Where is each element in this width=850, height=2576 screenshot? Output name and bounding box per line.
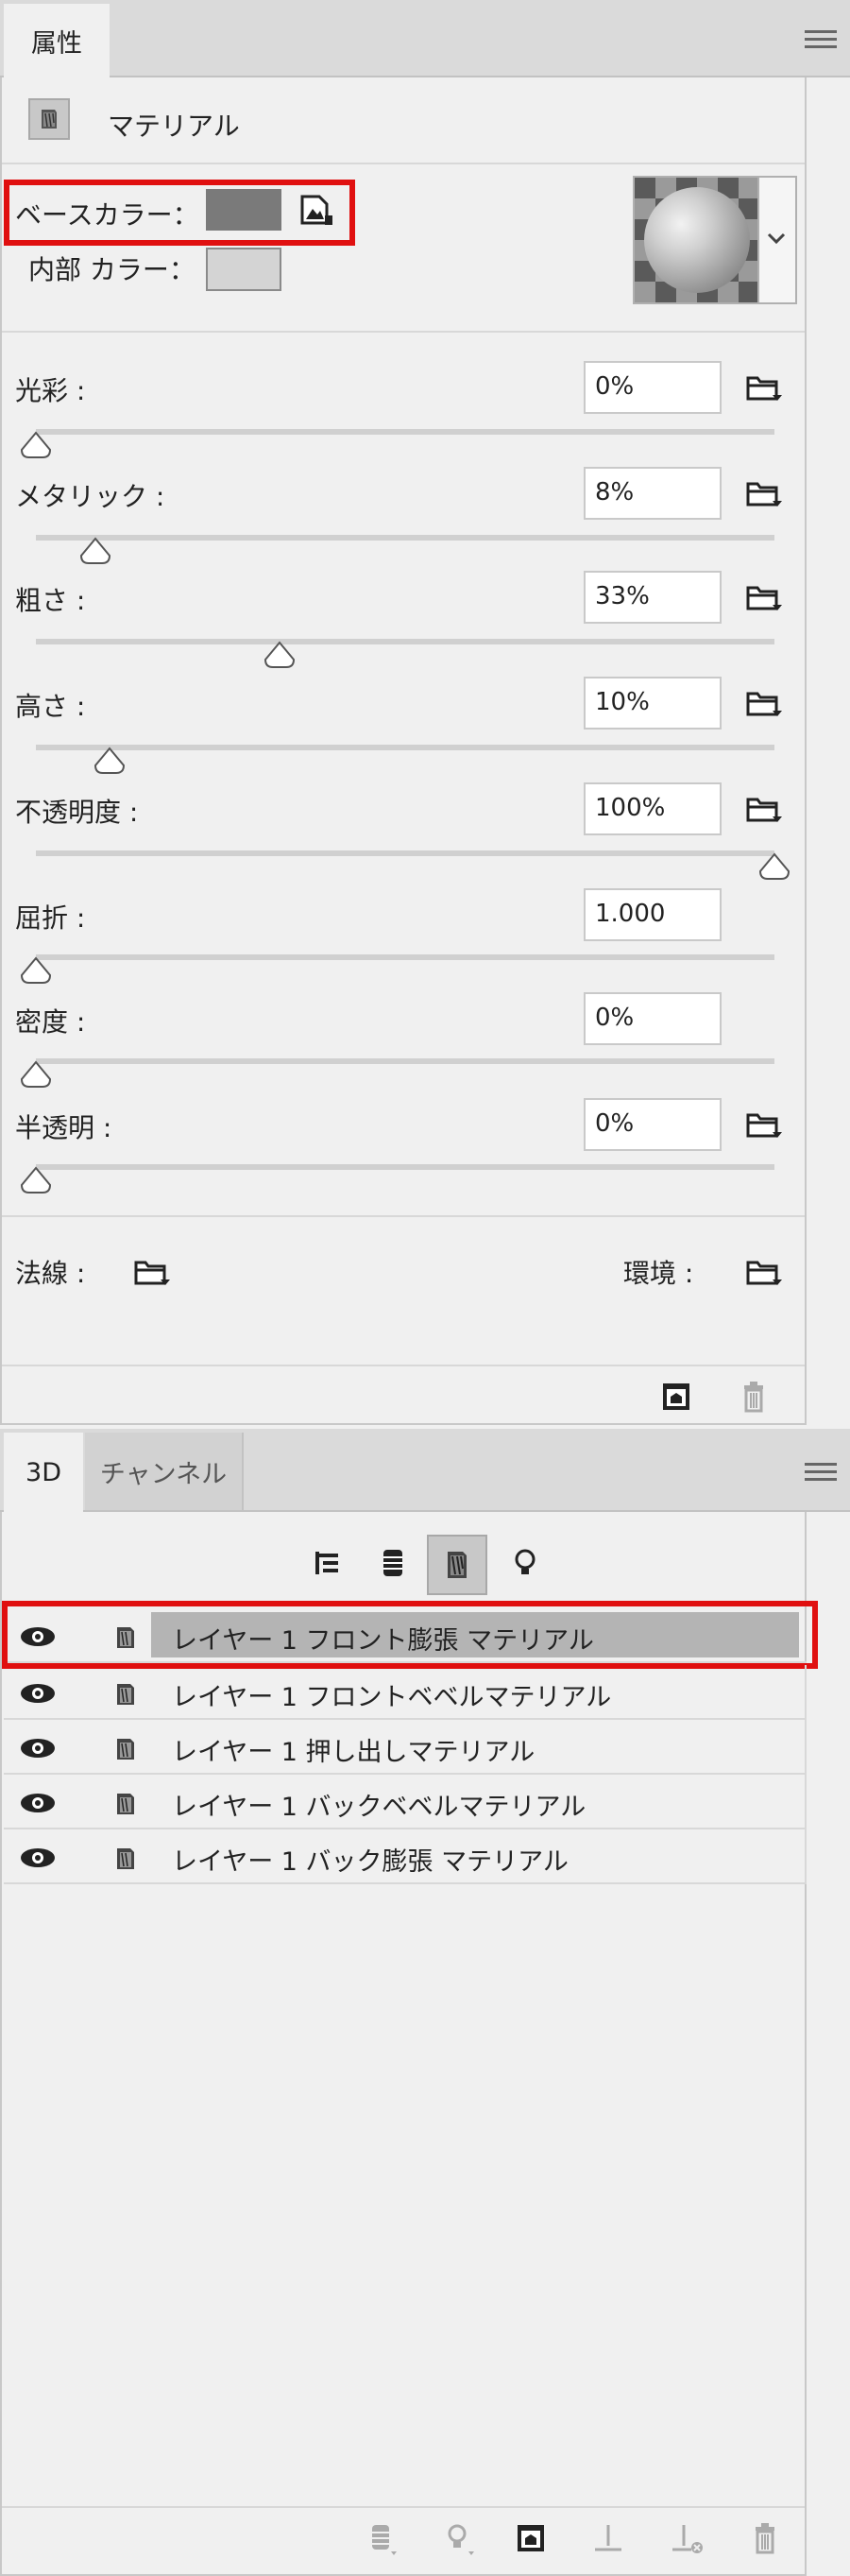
selected-layer-highlight bbox=[2, 1601, 818, 1669]
metallic-slider-thumb[interactable] bbox=[79, 537, 111, 565]
layer-name: レイヤー 1 バックベベルマテリアル bbox=[172, 1793, 586, 1822]
panel-header-title: マテリアル bbox=[108, 111, 240, 142]
glow-value-field[interactable]: 0% bbox=[584, 361, 722, 414]
base-color-highlight bbox=[4, 180, 355, 246]
material-picker-dropdown[interactable] bbox=[759, 176, 797, 304]
material-icon bbox=[117, 1739, 134, 1760]
layer-row[interactable]: レイヤー 1 バック膨張 マテリアル bbox=[4, 1829, 807, 1884]
inner-color-swatch[interactable] bbox=[206, 248, 281, 291]
slider-label-translucency: 半透明 : bbox=[15, 1112, 112, 1143]
material-icon bbox=[117, 1848, 134, 1869]
translucency-slider-track[interactable] bbox=[36, 1164, 774, 1170]
refraction-slider-track[interactable] bbox=[36, 954, 774, 960]
trash-icon[interactable] bbox=[735, 1378, 773, 1416]
tab-3d[interactable]: 3D bbox=[4, 1433, 83, 1512]
render-icon[interactable] bbox=[512, 2519, 550, 2557]
visibility-eye-icon[interactable] bbox=[19, 1792, 57, 1814]
material-filter-button[interactable] bbox=[427, 1535, 487, 1595]
height-slider-thumb[interactable] bbox=[94, 747, 126, 775]
glow-slider-thumb[interactable] bbox=[20, 431, 52, 459]
header-divider bbox=[2, 163, 805, 164]
material-preview[interactable] bbox=[633, 176, 759, 304]
metallic-value-field[interactable]: 8% bbox=[584, 467, 722, 520]
opacity-slider-thumb[interactable] bbox=[758, 852, 790, 881]
tab-channels[interactable]: チャンネル bbox=[85, 1433, 244, 1510]
slider-label-height: 高さ : bbox=[15, 691, 86, 722]
panel-menu-icon[interactable] bbox=[805, 30, 837, 49]
refraction-value-field[interactable]: 1.000 bbox=[584, 888, 722, 941]
material-icon bbox=[117, 1684, 134, 1705]
glow-slider-track[interactable] bbox=[36, 429, 774, 435]
slider-label-density: 密度 : bbox=[15, 1006, 86, 1038]
height-value-field[interactable]: 10% bbox=[584, 677, 722, 730]
translucency-value-field[interactable]: 0% bbox=[584, 1098, 722, 1151]
opacity-slider-track[interactable] bbox=[36, 850, 774, 856]
visibility-eye-icon[interactable] bbox=[19, 1737, 57, 1760]
add-light-icon[interactable] bbox=[440, 2519, 478, 2557]
scene-filter-icon[interactable] bbox=[308, 1544, 346, 1582]
visibility-eye-icon[interactable] bbox=[19, 1682, 57, 1705]
inner-color-label: 内部 カラー： bbox=[28, 254, 196, 285]
visibility-eye-icon[interactable] bbox=[19, 1846, 57, 1869]
refraction-slider-thumb[interactable] bbox=[20, 956, 52, 985]
density-value-field[interactable]: 0% bbox=[584, 992, 722, 1045]
material-sphere bbox=[644, 187, 750, 293]
layer-name: レイヤー 1 バック膨張 マテリアル bbox=[172, 1847, 569, 1877]
density-slider-thumb[interactable] bbox=[20, 1060, 52, 1089]
properties-tabbar bbox=[0, 0, 850, 77]
light-filter-icon[interactable] bbox=[506, 1544, 544, 1582]
translucency-folder-icon[interactable] bbox=[744, 1109, 784, 1140]
layer-list-right-edge bbox=[805, 1665, 807, 1884]
mesh-filter-icon[interactable] bbox=[374, 1544, 412, 1582]
slider-label-glow: 光彩 : bbox=[15, 375, 86, 406]
layer-row[interactable]: レイヤー 1 押し出しマテリアル bbox=[4, 1720, 807, 1775]
roughness-folder-icon[interactable] bbox=[744, 582, 784, 612]
layer-row[interactable]: レイヤー 1 バックベベルマテリアル bbox=[4, 1775, 807, 1829]
3d-footer-divider bbox=[2, 2506, 805, 2508]
layer-name: レイヤー 1 押し出しマテリアル bbox=[172, 1738, 536, 1767]
metallic-folder-icon[interactable] bbox=[744, 478, 784, 508]
apply-material-icon[interactable] bbox=[657, 1378, 695, 1416]
environment-label: 環境 : bbox=[623, 1258, 694, 1289]
color-divider bbox=[2, 331, 805, 333]
roughness-value-field[interactable]: 33% bbox=[584, 571, 722, 624]
properties-footer-divider bbox=[2, 1365, 805, 1366]
3d-panel-menu-icon[interactable] bbox=[805, 1463, 837, 1482]
ground-plane-icon[interactable] bbox=[589, 2519, 627, 2557]
density-slider-track[interactable] bbox=[36, 1058, 774, 1064]
slider-label-refraction: 屈折 : bbox=[15, 902, 86, 934]
roughness-slider-thumb[interactable] bbox=[264, 641, 296, 669]
material-type-icon bbox=[28, 98, 70, 140]
layer-row[interactable]: レイヤー 1 フロントベベルマテリアル bbox=[4, 1665, 807, 1720]
translucency-slider-thumb[interactable] bbox=[20, 1166, 52, 1194]
slider-label-opacity: 不透明度 : bbox=[15, 797, 139, 828]
environment-folder-icon[interactable] bbox=[744, 1257, 784, 1287]
roughness-slider-track[interactable] bbox=[36, 639, 774, 644]
height-slider-track[interactable] bbox=[36, 745, 774, 750]
slider-divider bbox=[2, 1215, 805, 1217]
tab-properties[interactable]: 属性 bbox=[4, 4, 110, 77]
layer-name: レイヤー 1 フロントベベルマテリアル bbox=[172, 1683, 612, 1712]
metallic-slider-track[interactable] bbox=[36, 535, 774, 541]
material-icon bbox=[117, 1794, 134, 1814]
trash-icon[interactable] bbox=[746, 2519, 784, 2557]
add-mesh-icon[interactable] bbox=[363, 2519, 400, 2557]
normal-label: 法線 : bbox=[15, 1258, 86, 1289]
tab-3d-label: 3D bbox=[26, 1457, 61, 1487]
material-filter-icon bbox=[448, 1552, 467, 1578]
tab-channels-label: チャンネル bbox=[99, 1459, 228, 1489]
glow-folder-icon[interactable] bbox=[744, 372, 784, 403]
opacity-folder-icon[interactable] bbox=[744, 794, 784, 824]
tab-properties-label: 属性 bbox=[31, 28, 82, 59]
slider-label-metallic: メタリック : bbox=[15, 481, 165, 512]
remove-object-icon[interactable] bbox=[669, 2519, 706, 2557]
opacity-value-field[interactable]: 100% bbox=[584, 782, 722, 835]
height-folder-icon[interactable] bbox=[744, 688, 784, 718]
chevron-down-icon bbox=[767, 232, 786, 245]
slider-label-roughness: 粗さ : bbox=[15, 585, 86, 616]
normal-folder-icon[interactable] bbox=[132, 1257, 172, 1287]
